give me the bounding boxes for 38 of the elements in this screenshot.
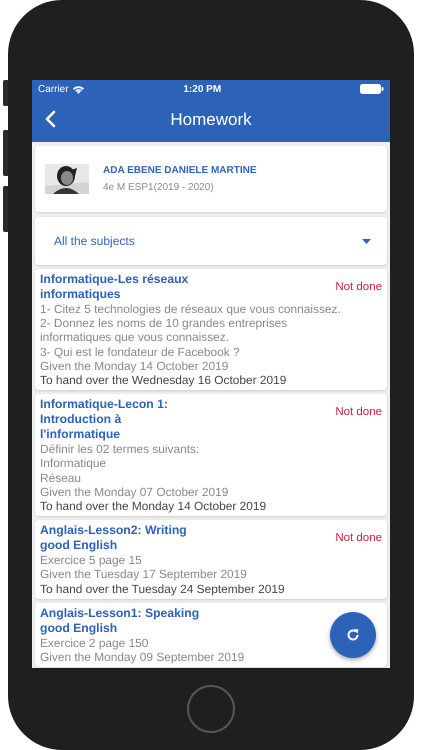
class-label: 4e M ESP1(2019 - 2020): [103, 182, 215, 193]
homework-card[interactable]: Anglais-Lesson1: Speaking good English Exercice 2 page 150 Given the Monday 09 September 2019: [35, 602, 387, 668]
homework-description: Exercice 5 page 15: [40, 553, 142, 568]
status-label: Not done: [335, 531, 382, 546]
caret-icon: [362, 238, 371, 244]
status-label: Not done: [335, 280, 382, 294]
given-date: Given the Monday 07 October 2019: [40, 484, 228, 500]
homework-description: 3- Qui est le fondateur de Facebook ?: [40, 344, 240, 359]
given-date: Given the Tuesday 17 September 2019: [40, 567, 247, 582]
back-button[interactable]: [44, 110, 56, 128]
due-date: To hand over the Tuesday 24 September 2019: [40, 582, 285, 596]
student-name: ADA EBENE DANIELE MARTINE: [103, 165, 257, 176]
homework-title: Anglais-Lesson2: Writing good English: [40, 523, 188, 554]
homework-title: Informatique-Les réseaux informatiques: [40, 272, 190, 302]
wifi-icon: [72, 84, 85, 94]
homework-description: 1- Citez 5 technologies de réseaux que vous connaissez.: [40, 302, 341, 316]
due-date: To hand over the Wednesday 16 October 2019: [40, 373, 286, 388]
homework-card[interactable]: [35, 269, 387, 390]
homework-description: Informatique: [40, 456, 106, 471]
homework-description: Exercice 2 page 150: [40, 636, 148, 650]
homework-title: Informatique-Lecon 1: Introduction à l'informatique: [40, 397, 169, 442]
homework-description: Définir les 02 termes suivants:: [40, 442, 200, 456]
due-date: To hand over the Monday 14 October 2019: [40, 499, 266, 514]
homework-description: 2- Donnez les noms de 10 grandes entreprises informatiques que vous connaissez.: [40, 316, 288, 345]
given-date: Given the Monday 14 October 2019: [40, 358, 228, 374]
status-time: 1:20 PM: [182, 84, 222, 94]
homework-card[interactable]: Anglais-Lesson2: Writing good English Not done Exercice 5 page 15 Given the Tuesday 17 September 2019 To hand over the Tuesday 24 September 2019: [35, 520, 387, 599]
refresh-icon: [346, 628, 360, 642]
back-icon: [44, 110, 56, 128]
homework-title: Anglais-Lesson1: Speaking good English: [40, 606, 200, 636]
carrier-label: Carrier: [38, 84, 69, 94]
given-date: Given the Monday 09 September 2019: [40, 650, 244, 664]
battery-icon: [360, 84, 384, 94]
subject-dropdown[interactable]: All the subjects: [35, 217, 387, 265]
homework-description: Réseau: [40, 470, 81, 485]
homework-card[interactable]: Informatique-Lecon 1: Introduction à l'informatique Not done Définir les 02 termes suivants: Informatique Réseau Given the Monday 07 October 2019 To hand over the Monday 14 October 2019: [35, 394, 387, 516]
status-label: Not done: [335, 405, 382, 420]
screen-title: Homework: [170, 110, 252, 130]
